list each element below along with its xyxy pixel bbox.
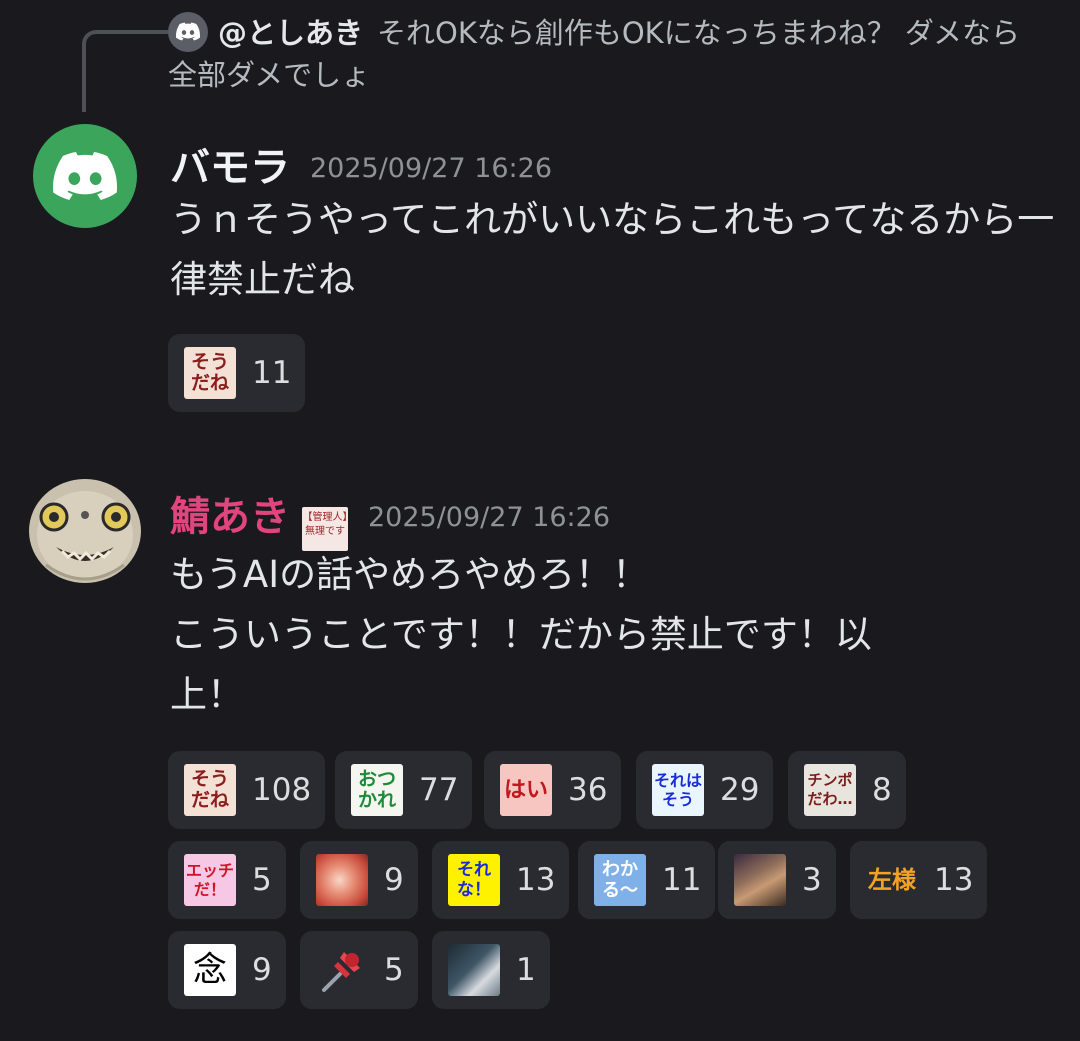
reaction-button[interactable]: チンポ だわ… 8 bbox=[788, 751, 906, 829]
timestamp: 2025/09/27 16:26 bbox=[310, 153, 553, 184]
otsukare-emoji: おつ かれ bbox=[351, 764, 403, 816]
reaction-count: 29 bbox=[720, 772, 760, 808]
reaction-count: 11 bbox=[252, 355, 292, 391]
reaction-count: 5 bbox=[252, 862, 272, 898]
wakaru-emoji: わか る〜 bbox=[594, 854, 646, 906]
reaction-count: 9 bbox=[252, 952, 272, 988]
reaction-count: 9 bbox=[384, 862, 404, 898]
reaction-count: 77 bbox=[419, 772, 459, 808]
reply-connector bbox=[82, 30, 168, 112]
message-header: 鯖あき 【管理人】無理です 2025/09/27 16:26 bbox=[170, 484, 610, 551]
reaction-button[interactable]: 左様 13 bbox=[850, 841, 988, 919]
reaction-button[interactable]: 念 9 bbox=[168, 931, 286, 1009]
reaction-button[interactable]: おつ かれ 77 bbox=[335, 751, 473, 829]
reaction-button[interactable]: 5 bbox=[300, 931, 418, 1009]
reaction-count: 8 bbox=[872, 772, 892, 808]
reaction-button[interactable]: そう だね 108 bbox=[168, 751, 326, 829]
nen-emoji: 念 bbox=[184, 944, 236, 996]
discord-icon bbox=[168, 12, 208, 52]
timestamp: 2025/09/27 16:26 bbox=[368, 502, 611, 533]
message-text: うｎそうやってこれがいいならこれもってなるから一律禁止だね bbox=[170, 198, 1055, 301]
reaction-count: 3 bbox=[802, 862, 822, 898]
avatar[interactable] bbox=[26, 475, 144, 593]
avatar[interactable] bbox=[33, 124, 137, 228]
reaction-button[interactable]: 1 bbox=[432, 931, 550, 1009]
message-text: もうAIの話やめろやめろ！！ こういうことです！！だから禁止です！以 上！ bbox=[170, 545, 990, 725]
soudane-emoji: そう だね bbox=[184, 764, 236, 816]
reaction-button[interactable]: 3 bbox=[718, 841, 836, 919]
author-name[interactable]: バモラ bbox=[170, 145, 290, 191]
reaction-button[interactable]: それは そう 29 bbox=[636, 751, 774, 829]
message-line: 上！ bbox=[170, 673, 244, 716]
sorewasou-emoji: それは そう bbox=[652, 764, 704, 816]
reaction-button[interactable]: わか る〜 11 bbox=[578, 841, 716, 919]
ecchi-da-emoji: エッチ だ！ bbox=[184, 854, 236, 906]
reaction-count: 5 bbox=[384, 952, 404, 988]
reaction-button[interactable]: はい 36 bbox=[484, 751, 622, 829]
author-name[interactable]: 鯖あき bbox=[170, 494, 290, 540]
message-line: もうAIの話やめろやめろ！！ bbox=[170, 553, 650, 596]
sore-na-emoji: それ な！ bbox=[448, 854, 500, 906]
message-line: こういうことです！！だから禁止です！以 bbox=[170, 613, 872, 656]
hai-emoji: はい bbox=[500, 764, 552, 816]
thumbs-photo-emoji bbox=[448, 944, 500, 996]
reaction-count: 13 bbox=[516, 862, 556, 898]
reaction-count: 36 bbox=[568, 772, 608, 808]
reaction-count: 108 bbox=[252, 772, 312, 808]
reaction-button[interactable]: 9 bbox=[300, 841, 418, 919]
reaction-button[interactable]: それ な！ 13 bbox=[432, 841, 570, 919]
reaction-button[interactable]: そう だね 11 bbox=[168, 334, 306, 412]
hidarisama-emoji: 左様 bbox=[868, 865, 916, 894]
reaction-count: 13 bbox=[934, 862, 974, 898]
message-header: バモラ 2025/09/27 16:26 bbox=[170, 135, 552, 193]
reaction-count: 1 bbox=[516, 952, 536, 988]
reply-username[interactable]: @としあき bbox=[218, 16, 363, 50]
anime-face-emoji bbox=[734, 854, 786, 906]
reaction-button[interactable]: エッチ だ！ 5 bbox=[168, 841, 286, 919]
burst-image-emoji bbox=[316, 854, 368, 906]
reaction-count: 11 bbox=[662, 862, 702, 898]
reply-preview[interactable]: @としあき それOKなら創作もOKになっちまわね？ ダメなら全部ダメでしょ bbox=[168, 12, 1048, 96]
pushpin-icon bbox=[316, 944, 368, 996]
soudane-emoji: そう だね bbox=[184, 347, 236, 399]
chinpo-dawa-emoji: チンポ だわ… bbox=[804, 764, 856, 816]
